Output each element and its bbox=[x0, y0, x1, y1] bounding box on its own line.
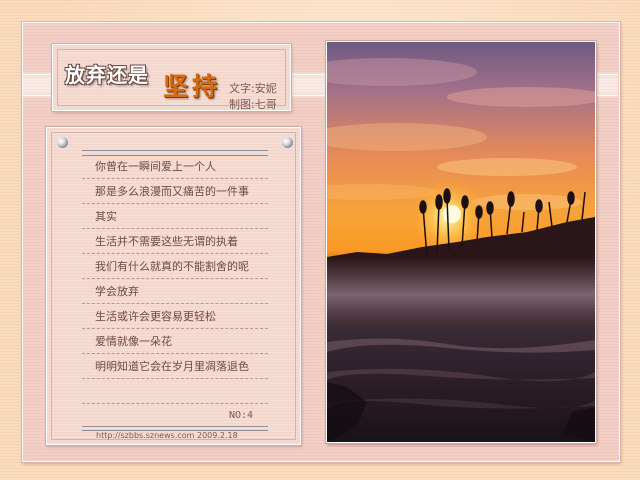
pin-left-icon bbox=[57, 137, 68, 148]
poem-blank-line bbox=[82, 403, 268, 404]
sunset-photo bbox=[326, 41, 596, 443]
pin-right-icon bbox=[282, 137, 293, 148]
text-credit: 文字:安妮 bbox=[229, 82, 277, 95]
title-part-2: 坚持 bbox=[163, 72, 222, 101]
title-box: 放弃还是 坚持 文字:安妮 制图:七哥 bbox=[52, 44, 291, 111]
poem-line: 那是多么浪漫而又痛苦的一件事 bbox=[82, 178, 268, 204]
poem-line: 明明知道它会在岁月里凋落退色 bbox=[82, 353, 268, 379]
poem-line: 我们有什么就真的不能割舍的呢 bbox=[82, 253, 268, 279]
poem-line: 爱情就像一朵花 bbox=[82, 328, 268, 354]
poem-line: 你曾在一瞬间爱上一个人 bbox=[82, 153, 268, 179]
image-credit: 制图:七哥 bbox=[229, 98, 277, 111]
title-part-1: 放弃还是 bbox=[65, 63, 149, 87]
poem-line: 生活并不需要这些无谓的执着 bbox=[82, 228, 268, 254]
poem-line: 生活或许会更容易更轻松 bbox=[82, 303, 268, 329]
sunset-reeds-image bbox=[327, 42, 595, 442]
issue-number: NO:4 bbox=[229, 410, 254, 421]
footer-url: http://szbbs.sznews.com 2009.2.18 bbox=[96, 431, 238, 440]
poem-line: 其实 bbox=[82, 203, 268, 229]
poem-line: 学会放弃 bbox=[82, 278, 268, 304]
